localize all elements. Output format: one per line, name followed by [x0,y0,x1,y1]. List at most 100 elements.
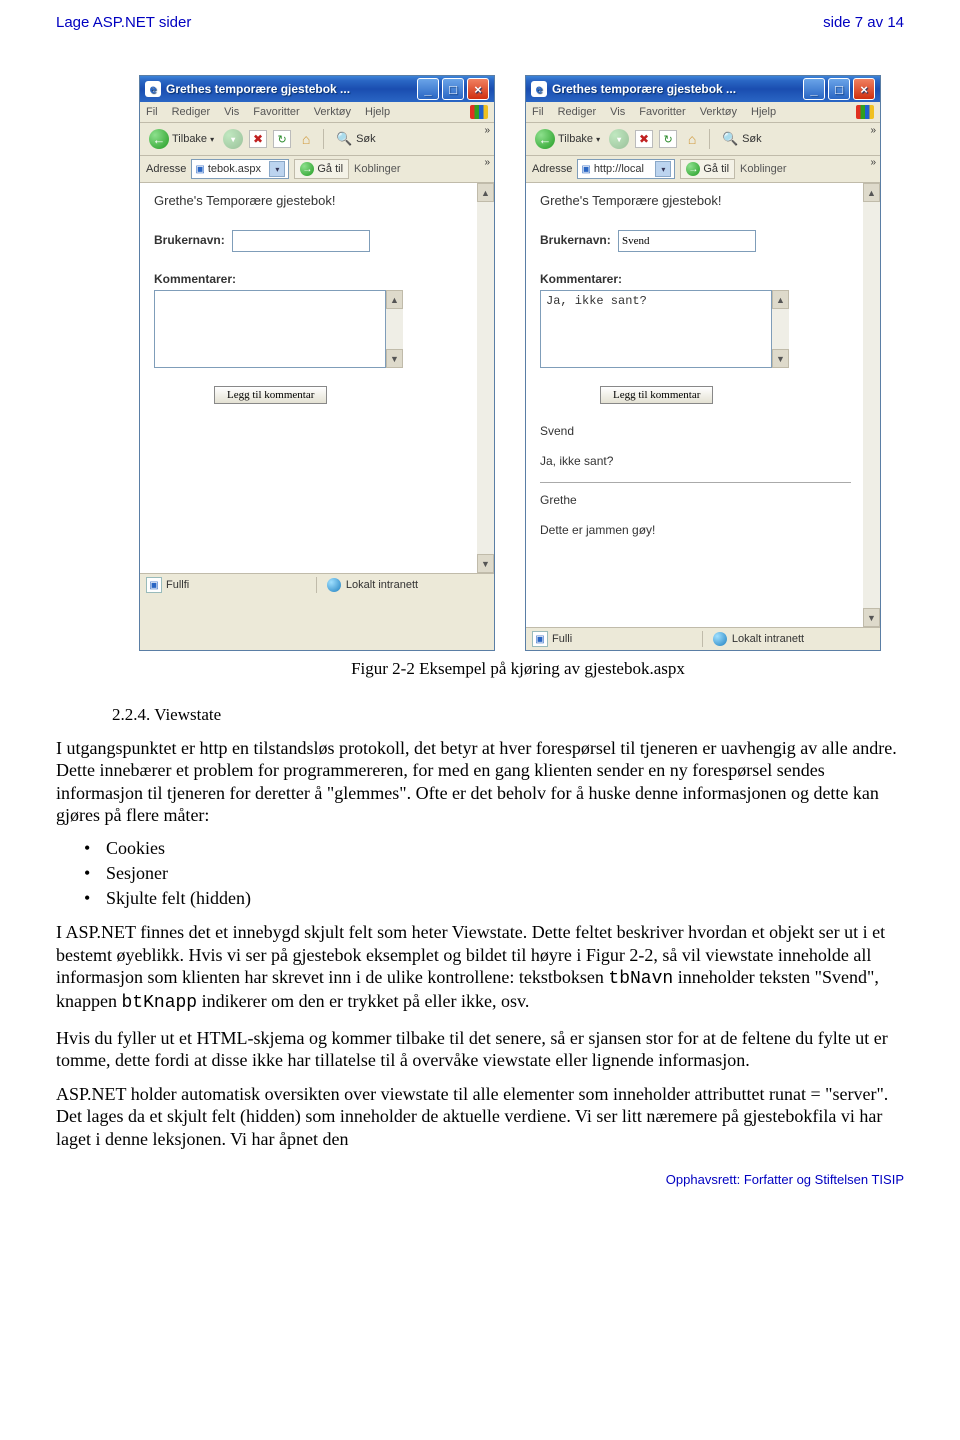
brukernavn-label: Brukernavn: [154,233,225,247]
address-input[interactable]: ▣ http://local ▾ [577,159,675,179]
window-title: Grethes temporære gjestebok ... [166,82,350,96]
stop-button[interactable]: ✖ [635,130,653,148]
page-content: Grethe's Temporære gjestebok! Brukernavn… [526,183,863,627]
home-button[interactable]: ⌂ [297,131,315,147]
brukernavn-input[interactable] [232,230,370,252]
statusbar: ▣ Fullfi Lokalt intranett [140,573,494,596]
submit-button[interactable]: Legg til kommentar [214,386,327,404]
windows-flag-icon [856,105,874,119]
titlebar: e Grethes temporære gjestebok ... _ □ × [526,76,880,102]
search-icon: 🔍 [721,130,739,148]
back-button[interactable]: ← Tilbake ▾ [532,127,603,151]
page-scrollbar[interactable]: ▲ ▼ [863,183,880,627]
paragraph: I utgangspunktet er http en tilstandsløs… [56,737,904,826]
scroll-down-icon[interactable]: ▼ [863,608,880,627]
guestbook-entry: Grethe Dette er jammen gøy! [540,493,851,537]
entry-text: Dette er jammen gøy! [540,523,851,537]
scroll-up-icon[interactable]: ▲ [772,290,789,309]
links-label[interactable]: Koblinger [740,163,786,175]
go-icon: → [300,162,314,176]
toolbar-overflow-icon[interactable]: » [870,125,876,136]
menu-vis[interactable]: Vis [224,106,239,118]
close-button[interactable]: × [853,78,875,100]
address-dropdown-icon[interactable]: ▾ [655,161,671,177]
address-bar: Adresse ▣ tebok.aspx ▾ → Gå til Koblinge… [140,156,494,183]
go-button[interactable]: → Gå til [294,159,349,179]
kommentarer-textarea[interactable]: Ja, ikke sant? [540,290,772,368]
links-label[interactable]: Koblinger [354,163,400,175]
addrbar-overflow-icon[interactable]: » [484,157,490,168]
close-button[interactable]: × [467,78,489,100]
refresh-button[interactable]: ↻ [273,130,291,148]
figure-caption: Figur 2-2 Eksempel på kjøring av gjesteb… [132,659,904,679]
page-scrollbar[interactable]: ▲ ▼ [477,183,494,573]
browser-window-left: e Grethes temporære gjestebok ... _ □ × … [139,75,495,651]
forward-button[interactable]: ▾ [223,129,243,149]
address-dropdown-icon[interactable]: ▾ [269,161,285,177]
text-span: indikerer om den er trykket på eller ikk… [197,991,529,1011]
back-icon: ← [149,129,169,149]
kommentarer-textarea[interactable] [154,290,386,368]
stop-button[interactable]: ✖ [249,130,267,148]
go-label: Gå til [703,163,729,175]
address-label: Adresse [146,163,186,175]
list-item: Sesjoner [84,863,904,884]
scroll-up-icon[interactable]: ▲ [386,290,403,309]
scroll-down-icon[interactable]: ▼ [386,349,403,368]
minimize-button[interactable]: _ [417,78,439,100]
browser-window-right: e Grethes temporære gjestebok ... _ □ × … [525,75,881,651]
menu-hjelp[interactable]: Hjelp [365,106,390,118]
forward-button[interactable]: ▾ [609,129,629,149]
search-button[interactable]: 🔍 Søk [332,128,379,150]
maximize-button[interactable]: □ [442,78,464,100]
address-bar: Adresse ▣ http://local ▾ → Gå til Koblin… [526,156,880,183]
entry-text: Ja, ikke sant? [540,454,851,468]
back-label: Tilbake [558,133,593,145]
menu-favoritter[interactable]: Favoritter [639,106,685,118]
search-label: Søk [742,133,762,145]
page-heading: Grethe's Temporære gjestebok! [540,193,851,208]
search-label: Søk [356,133,376,145]
scroll-up-icon[interactable]: ▲ [863,183,880,202]
submit-button[interactable]: Legg til kommentar [600,386,713,404]
scroll-down-icon[interactable]: ▼ [477,554,494,573]
back-label: Tilbake [172,133,207,145]
brukernavn-input[interactable] [618,230,756,252]
menu-rediger[interactable]: Rediger [172,106,211,118]
chevron-down-icon: ▾ [210,135,214,144]
search-button[interactable]: 🔍 Søk [718,128,765,150]
textarea-scrollbar[interactable]: ▲ ▼ [772,290,789,368]
home-button[interactable]: ⌂ [683,131,701,147]
menu-vis[interactable]: Vis [610,106,625,118]
refresh-button[interactable]: ↻ [659,130,677,148]
zone-label: Lokalt intranett [346,579,418,591]
status-text: Fulli [552,633,572,645]
addrbar-overflow-icon[interactable]: » [870,157,876,168]
status-text: Fullfi [166,579,189,591]
toolbar-overflow-icon[interactable]: » [484,125,490,136]
minimize-button[interactable]: _ [803,78,825,100]
go-icon: → [686,162,700,176]
viewport: Grethe's Temporære gjestebok! Brukernavn… [526,183,880,627]
menu-favoritter[interactable]: Favoritter [253,106,299,118]
menu-verktoy[interactable]: Verktøy [314,106,351,118]
kommentarer-label: Kommentarer: [154,272,465,286]
textarea-scrollbar[interactable]: ▲ ▼ [386,290,403,368]
menu-fil[interactable]: Fil [532,106,544,118]
menu-fil[interactable]: Fil [146,106,158,118]
menubar: Fil Rediger Vis Favoritter Verktøy Hjelp [526,102,880,123]
address-input[interactable]: ▣ tebok.aspx ▾ [191,159,289,179]
separator [323,129,324,149]
back-button[interactable]: ← Tilbake ▾ [146,127,217,151]
menubar: Fil Rediger Vis Favoritter Verktøy Hjelp [140,102,494,123]
statusbar: ▣ Fulli Lokalt intranett [526,627,880,650]
scroll-down-icon[interactable]: ▼ [772,349,789,368]
menu-hjelp[interactable]: Hjelp [751,106,776,118]
scroll-up-icon[interactable]: ▲ [477,183,494,202]
go-button[interactable]: → Gå til [680,159,735,179]
bullet-list: Cookies Sesjoner Skjulte felt (hidden) [84,838,904,909]
menu-rediger[interactable]: Rediger [558,106,597,118]
maximize-button[interactable]: □ [828,78,850,100]
globe-icon [327,578,341,592]
menu-verktoy[interactable]: Verktøy [700,106,737,118]
